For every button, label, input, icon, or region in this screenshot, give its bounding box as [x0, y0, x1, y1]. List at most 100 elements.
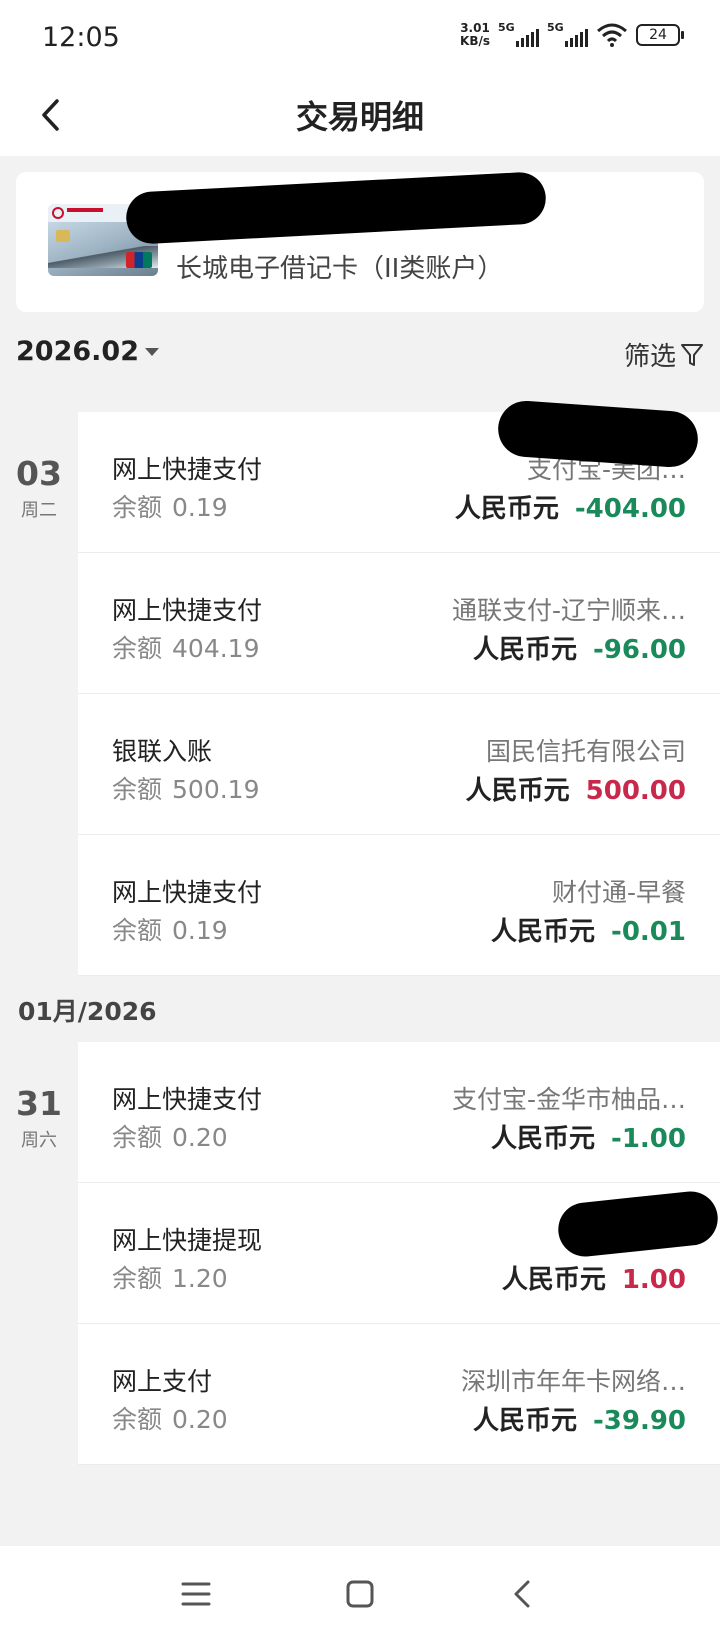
day-number: 03	[16, 454, 62, 493]
transaction-type: 网上支付	[112, 1367, 213, 1396]
status-time: 12:05	[42, 22, 120, 53]
status-bar: 12:05 3.01 KB/s 5G 5G 24	[0, 0, 720, 74]
funnel-icon	[681, 343, 703, 366]
day-group: 03 周二 网上快捷支付 余额 0.19 支付宝-美团… 人民币元 -404.00 …	[0, 399, 720, 976]
transaction-amount: 人民币元 -0.01	[491, 911, 686, 948]
balance-value: 0.20	[172, 1405, 228, 1434]
signal-icon: 5G	[547, 21, 588, 47]
amount-value: -96.00	[592, 635, 686, 665]
nav-back-button[interactable]	[502, 1574, 542, 1614]
caret-down-icon	[144, 347, 159, 356]
balance-value: 0.19	[172, 916, 228, 945]
filter-button[interactable]: 筛选	[624, 336, 704, 373]
home-square-icon	[346, 1580, 374, 1608]
transaction-amount: 人民币元 -404.00	[455, 488, 686, 525]
currency-label: 人民币元	[472, 635, 577, 665]
battery-level: 24	[649, 27, 667, 43]
transaction-type: 网上快捷支付	[112, 596, 263, 625]
transaction-type: 网上快捷支付	[112, 878, 263, 907]
amount-value: 1.00	[621, 1265, 686, 1295]
transaction-balance: 余额 0.19	[112, 488, 228, 524]
amount-value: -404.00	[574, 494, 686, 524]
transaction-amount: 人民币元 1.00	[502, 1259, 686, 1296]
balance-label: 余额	[112, 634, 163, 663]
transaction-row[interactable]: 网上快捷支付 余额 404.19 通联支付-辽宁顺来… 人民币元 -96.00	[78, 553, 720, 694]
transaction-rows: 网上快捷支付 余额 0.19 支付宝-美团… 人民币元 -404.00 网上快捷支付…	[78, 399, 720, 976]
currency-label: 人民币元	[491, 917, 596, 947]
month-header: 01月/2026	[0, 976, 720, 1042]
transaction-merchant: 深圳市年年卡网络…	[460, 1367, 686, 1396]
transaction-list: 03 周二 网上快捷支付 余额 0.19 支付宝-美团… 人民币元 -404.00 …	[0, 399, 720, 1465]
transaction-row[interactable]: 网上支付 余额 0.20 深圳市年年卡网络… 人民币元 -39.90	[78, 1324, 720, 1465]
transaction-merchant: 通联支付-辽宁顺来…	[451, 596, 686, 625]
nav-bar: 交易明细	[0, 74, 720, 156]
unionpay-logo-icon	[126, 252, 152, 268]
filter-label: 筛选	[623, 342, 676, 372]
transaction-row[interactable]: 网上快捷提现 余额 1.20 人民币元 1.00	[78, 1183, 720, 1324]
amount-value: -0.01	[611, 917, 686, 947]
balance-label: 余额	[112, 1264, 163, 1293]
transaction-row[interactable]: 网上快捷支付 余额 0.19 财付通-早餐 人民币元 -0.01	[78, 835, 720, 976]
transaction-balance: 余额 500.19	[112, 770, 260, 806]
account-card[interactable]: 长城电子借记卡（II类账户）	[16, 171, 704, 312]
redaction-mark	[555, 1188, 720, 1260]
home-button[interactable]	[340, 1574, 380, 1614]
transaction-type: 网上快捷支付	[112, 455, 263, 484]
transaction-merchant: 国民信托有限公司	[485, 737, 686, 766]
balance-label: 余额	[112, 1123, 163, 1152]
balance-value: 0.19	[172, 493, 228, 522]
day-label: 31 周六	[0, 1042, 78, 1465]
balance-value: 500.19	[172, 775, 260, 804]
currency-label: 人民币元	[465, 776, 570, 806]
day-group: 31 周六 网上快捷支付 余额 0.20 支付宝-金华市柚品… 人民币元 -1.00…	[0, 1042, 720, 1465]
month-label: 2026.02	[16, 336, 139, 367]
amount-value: -39.90	[592, 1406, 686, 1436]
month-filter-bar: 2026.02 筛选	[0, 336, 720, 396]
redaction-mark	[124, 171, 548, 245]
currency-label: 人民币元	[491, 1124, 596, 1154]
bank-logo-icon	[52, 207, 64, 219]
transaction-type: 网上快捷支付	[112, 1085, 263, 1114]
transaction-balance: 余额 0.20	[112, 1118, 228, 1154]
day-label: 03 周二	[0, 412, 78, 976]
amount-value: -1.00	[611, 1124, 686, 1154]
wifi-icon	[597, 23, 627, 47]
menu-icon	[181, 1582, 211, 1606]
day-weekday: 周六	[21, 1130, 57, 1151]
day-weekday: 周二	[21, 500, 57, 521]
transaction-type: 网上快捷提现	[112, 1226, 263, 1255]
transaction-balance: 余额 0.20	[112, 1400, 228, 1436]
transaction-amount: 人民币元 -1.00	[491, 1118, 686, 1155]
transaction-balance: 余额 404.19	[112, 629, 260, 665]
day-number: 31	[16, 1084, 62, 1123]
signal-icon: 5G	[498, 21, 539, 47]
page-title: 交易明细	[295, 98, 424, 136]
transaction-balance: 余额 1.20	[112, 1259, 228, 1295]
transaction-amount: 人民币元 -96.00	[473, 629, 686, 666]
system-nav-bar	[0, 1546, 720, 1640]
transaction-row[interactable]: 网上快捷支付 余额 0.19 支付宝-美团… 人民币元 -404.00	[78, 399, 720, 553]
transaction-merchant: 支付宝-金华市柚品…	[451, 1085, 686, 1114]
balance-label: 余额	[112, 1405, 163, 1434]
transaction-type: 银联入账	[112, 737, 213, 766]
currency-label: 人民币元	[454, 494, 559, 524]
balance-value: 404.19	[172, 634, 260, 663]
currency-label: 人民币元	[501, 1265, 606, 1295]
transaction-row[interactable]: 网上快捷支付 余额 0.20 支付宝-金华市柚品… 人民币元 -1.00	[78, 1042, 720, 1183]
balance-label: 余额	[112, 493, 163, 522]
battery-icon: 24	[636, 24, 684, 46]
transaction-amount: 人民币元 500.00	[466, 770, 686, 807]
balance-value: 0.20	[172, 1123, 228, 1152]
balance-label: 余额	[112, 916, 163, 945]
status-icons: 3.01 KB/s 5G 5G 24	[460, 21, 684, 48]
menu-button[interactable]	[176, 1574, 216, 1614]
balance-value: 1.20	[172, 1264, 228, 1293]
month-picker[interactable]: 2026.02	[16, 336, 159, 367]
currency-label: 人民币元	[472, 1406, 577, 1436]
signal-label: 5G	[547, 21, 564, 34]
transaction-rows: 网上快捷支付 余额 0.20 支付宝-金华市柚品… 人民币元 -1.00 网上快捷提…	[78, 1042, 720, 1465]
transaction-merchant: 财付通-早餐	[551, 878, 686, 907]
transaction-row[interactable]: 银联入账 余额 500.19 国民信托有限公司 人民币元 500.00	[78, 694, 720, 835]
balance-label: 余额	[112, 775, 163, 804]
amount-value: 500.00	[585, 776, 686, 806]
